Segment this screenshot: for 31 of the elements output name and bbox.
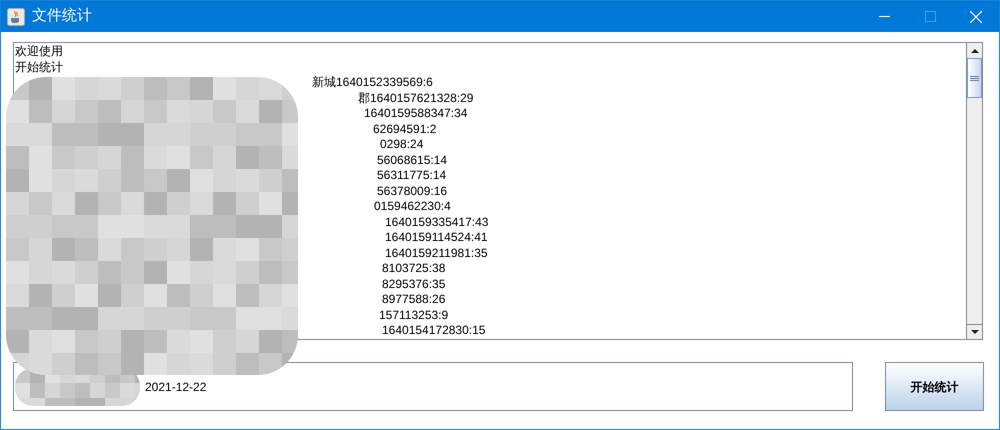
log-line: 1640154172830:15	[382, 323, 486, 337]
up-arrow-icon	[970, 48, 978, 52]
log-line: 56068615:14	[377, 152, 448, 166]
vertical-scrollbar[interactable]	[966, 43, 982, 339]
log-line: 0298:24	[380, 137, 424, 151]
maximize-icon	[924, 11, 936, 22]
log-line: 开始统计	[15, 60, 63, 74]
log-line: 56311775:14	[377, 168, 446, 182]
start-button[interactable]: 开始统计	[885, 362, 984, 411]
log-line: 郡1640157621328:29	[358, 90, 474, 104]
log-line: 0159462230:4	[374, 199, 451, 213]
log-line: 1640159114524:41	[385, 230, 488, 244]
log-line: 新城1640152339569:6	[312, 75, 433, 89]
field-value: 2021-12-22	[145, 378, 206, 396]
log-line: 8103725:38	[382, 261, 446, 275]
minimize-icon	[878, 16, 890, 17]
coffee-cup-icon	[7, 8, 25, 26]
log-line: 157113253:9	[379, 308, 448, 322]
log-line: 1640159335417:43	[385, 214, 488, 228]
log-line: 1640159211981:35	[385, 246, 488, 260]
down-arrow-icon	[970, 330, 978, 334]
log-line: 56378009:16	[377, 184, 448, 198]
scroll-thumb[interactable]	[967, 58, 982, 98]
log-line: 欢迎使用	[15, 44, 63, 58]
log-line: 8295376:35	[382, 276, 446, 290]
log-line: 8977588:26	[382, 292, 446, 306]
log-line: 1640159588347:34	[364, 106, 468, 120]
log-line: 62694591:2	[373, 122, 436, 136]
window-title: 文件统计	[32, 6, 92, 26]
grip-icon	[970, 76, 979, 80]
close-icon	[970, 10, 982, 22]
